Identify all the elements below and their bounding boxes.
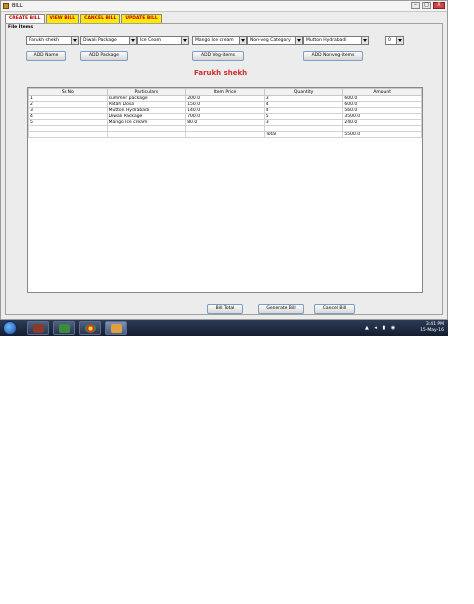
dessert-select-value: Mango Ice cream	[195, 38, 234, 43]
java-icon	[111, 324, 122, 333]
chevron-down-icon[interactable]	[295, 37, 302, 44]
table-cell	[185, 130, 265, 138]
nonveg-item-value: Mutton Hydrabadi	[306, 38, 347, 43]
system-tray-icons[interactable]: ▲ ◂ ▮ ◉	[365, 325, 397, 331]
title-bar: BILL – □ X	[1, 1, 447, 12]
chrome-icon	[85, 324, 96, 333]
minimize-button[interactable]: –	[411, 2, 420, 9]
bill-window: BILL – □ X CREATE BILL VIEW BILL CANCEL …	[0, 0, 448, 320]
panel-label: File Items	[8, 25, 34, 30]
chevron-down-icon[interactable]	[361, 37, 368, 44]
column-header[interactable]: Amount	[342, 88, 422, 96]
taskbar-app-4[interactable]	[105, 321, 127, 335]
media-app-icon	[33, 324, 44, 333]
add-name-button[interactable]: ADD Name	[26, 51, 66, 61]
add-veg-items-button[interactable]: ADD Veg-items	[192, 51, 244, 61]
taskbar: ▲ ◂ ▮ ◉ 3:41 PM 15-May-16	[0, 320, 448, 336]
taskbar-app-1[interactable]	[27, 321, 49, 335]
maximize-button[interactable]: □	[422, 2, 431, 9]
generate-bill-button[interactable]: Generate Bill	[258, 304, 304, 314]
nonveg-item-select[interactable]: Mutton Hydrabadi	[303, 36, 369, 45]
cancel-bill-button[interactable]: Cancel Bill	[314, 304, 355, 314]
taskbar-app-2[interactable]	[53, 321, 75, 335]
editor-app-icon	[59, 324, 70, 333]
package-select[interactable]: Diwali Package	[80, 36, 137, 45]
package-select-value: Diwali Package	[83, 38, 117, 43]
table-row-total[interactable]: Total 5500.0	[28, 130, 422, 138]
chevron-down-icon[interactable]	[129, 37, 136, 44]
name-select-value: Farukh shekh	[29, 38, 59, 43]
chevron-down-icon[interactable]	[239, 37, 246, 44]
taskbar-app-3[interactable]	[79, 321, 101, 335]
column-header[interactable]: Sr.No	[28, 88, 108, 96]
chevron-down-icon[interactable]	[396, 37, 403, 44]
close-button[interactable]: X	[433, 2, 445, 9]
tab-view-bill[interactable]: VIEW BILL	[45, 14, 80, 23]
add-nonveg-items-button[interactable]: ADD Nonveg-items	[303, 51, 363, 61]
total-amount: 5500.0	[342, 130, 422, 138]
dessert-select[interactable]: Mango Ice cream	[192, 36, 247, 45]
quantity-select[interactable]: 0	[385, 36, 404, 45]
customer-name: Farukh shekh	[194, 69, 248, 77]
tab-create-bill[interactable]: CREATE BILL	[5, 14, 45, 23]
total-label: Total	[263, 130, 344, 138]
taskbar-clock[interactable]: 3:41 PM 15-May-16	[420, 322, 444, 334]
add-package-button[interactable]: ADD Package	[80, 51, 128, 61]
windows-start-button[interactable]	[3, 321, 17, 335]
tab-cancel-bill[interactable]: CANCEL BILL	[80, 14, 121, 23]
chevron-down-icon[interactable]	[71, 37, 78, 44]
taskbar-date: 15-May-16	[420, 328, 444, 333]
nonveg-category-select[interactable]: Non-veg Category	[247, 36, 303, 45]
name-select[interactable]: Farukh shekh	[26, 36, 79, 45]
column-header[interactable]: Particulars	[106, 88, 187, 96]
java-app-icon	[3, 3, 9, 9]
table-cell	[28, 130, 108, 138]
create-bill-panel: File Items Farukh shekh Diwali Package I…	[5, 23, 443, 315]
veg-select[interactable]: Ice Ceam	[137, 36, 189, 45]
table-header-row: Sr.No Particulars Item Price Quantity Am…	[28, 88, 422, 96]
column-header[interactable]: Quantity	[263, 88, 344, 96]
quantity-select-value: 0	[388, 38, 391, 43]
nonveg-category-value: Non-veg Category	[250, 38, 291, 43]
tab-update-bill[interactable]: UPDATE BILL	[121, 14, 162, 23]
chevron-down-icon[interactable]	[181, 37, 188, 44]
bill-table: Sr.No Particulars Item Price Quantity Am…	[27, 87, 423, 293]
column-header[interactable]: Item Price	[185, 88, 265, 96]
veg-select-value: Ice Ceam	[140, 38, 162, 43]
bill-total-button[interactable]: Bill Total	[207, 304, 243, 314]
tab-bar: CREATE BILL VIEW BILL CANCEL BILL UPDATE…	[5, 14, 163, 23]
table-cell	[106, 130, 187, 138]
window-title: BILL	[12, 3, 23, 9]
